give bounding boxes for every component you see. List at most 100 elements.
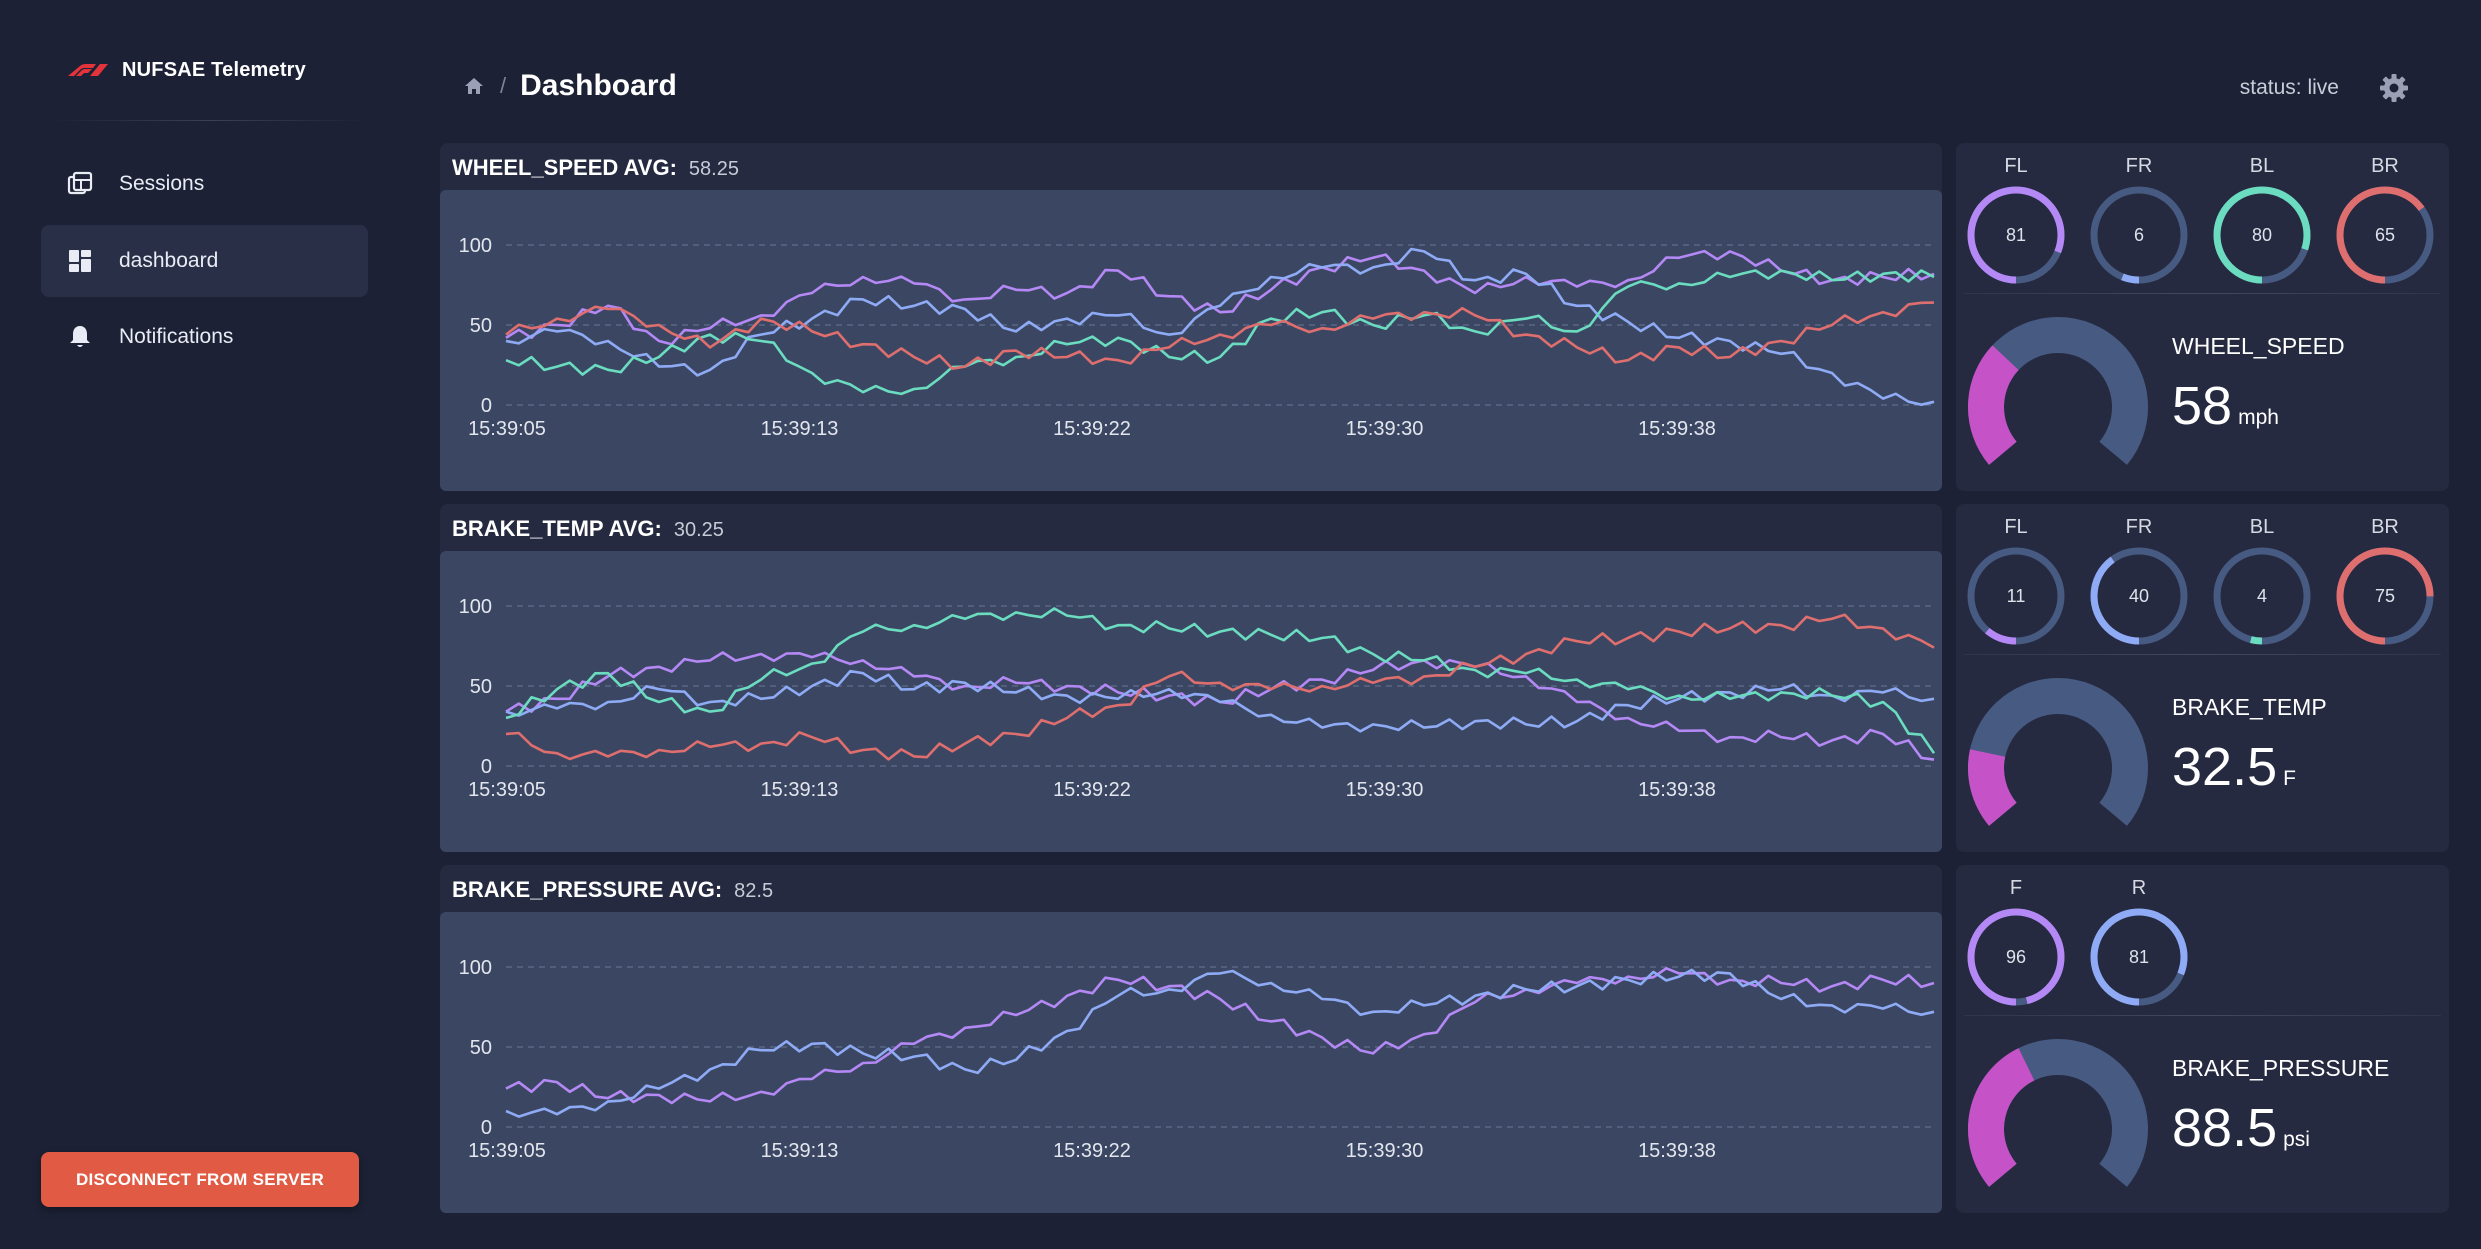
gauge-divider [1964, 1015, 2441, 1016]
gear-icon[interactable] [2379, 73, 2409, 103]
chart-svg: 0 50 100 15:39:05 15:39:13 15:39:22 15:39:30 15… [459, 596, 1936, 801]
gauge-number: 58 [2172, 376, 2233, 436]
gauge-metric-value: 32.5 F [2172, 736, 2296, 798]
panel-avg-value: 82.5 [734, 880, 774, 902]
ring-gauge: 81 [2089, 907, 2189, 1007]
gauge-metric-name: BRAKE_PRESSURE [2172, 1055, 2390, 1081]
wheel-speed-gauges: FL 81 FR 6 BL 80 BR 65 WHEEL_SPEED 58 mph [1956, 143, 2449, 491]
x-tick-label: 15:39:13 [761, 1140, 839, 1162]
sidebar: NUFSAE Telemetry Sessions dashboard Noti… [0, 0, 410, 1249]
arc-gauge [1964, 317, 2152, 483]
x-tick-label: 15:39:30 [1346, 418, 1424, 440]
y-tick-label: 50 [470, 315, 492, 337]
series-line [505, 651, 1935, 761]
gauge-number: 32.5 [2172, 737, 2278, 797]
arc-gauge [1964, 678, 2152, 844]
x-tick-label: 15:39:22 [1053, 779, 1131, 801]
series-line [505, 249, 1935, 346]
x-tick-label: 15:39:30 [1346, 779, 1424, 801]
ring-value: 40 [2128, 585, 2150, 606]
gauge-unit: F [2283, 767, 2296, 790]
ring-value: 96 [2005, 946, 2027, 967]
chart-svg: 0 50 100 15:39:05 15:39:13 15:39:22 15:39:30 15… [459, 957, 1935, 1162]
sidebar-item-dashboard[interactable]: dashboard [41, 225, 368, 297]
ring-label: FL [2004, 516, 2028, 538]
dashboard-icon [65, 246, 95, 276]
series-line [505, 967, 1935, 1105]
brand[interactable]: NUFSAE Telemetry [66, 54, 306, 86]
gauge-divider [1964, 293, 2441, 294]
ring-label: BR [2371, 155, 2399, 177]
gauge-unit: psi [2283, 1128, 2310, 1151]
arc-fill [1968, 749, 2018, 826]
series-line [505, 269, 1935, 396]
x-tick-label: 15:39:13 [761, 418, 839, 440]
x-tick-label: 15:39:22 [1053, 1140, 1131, 1162]
y-tick-label: 100 [459, 957, 492, 979]
x-tick-label: 15:39:38 [1638, 1140, 1716, 1162]
ring-label: FR [2125, 155, 2153, 177]
arc-gauge [1964, 1039, 2152, 1205]
y-tick-label: 50 [470, 676, 492, 698]
status-text: status: live [2239, 76, 2339, 99]
y-tick-label: 100 [459, 235, 492, 257]
ring-gauge: 96 [1966, 907, 2066, 1007]
page-title: Dashboard [520, 69, 677, 102]
panel-avg-value: 58.25 [688, 158, 739, 180]
breadcrumb-separator: / [500, 73, 507, 98]
ring-value: 75 [2374, 585, 2396, 606]
ring-value: 6 [2133, 224, 2144, 245]
ring-label: BL [2249, 516, 2275, 538]
panel-header: BRAKE_TEMP AVG: 30.25 [452, 516, 724, 544]
ring-value: 81 [2128, 946, 2150, 967]
y-tick-label: 100 [459, 596, 492, 618]
breadcrumb: / Dashboard [464, 66, 677, 106]
ring-value: 81 [2005, 224, 2027, 245]
gauge-divider [1964, 654, 2441, 655]
brake-temp-panel: BRAKE_TEMP AVG: 30.25 0 50 100 15:39:05 15:3… [440, 504, 1942, 852]
panel-title: WHEEL_SPEED AVG: [452, 155, 677, 180]
panel-header: BRAKE_PRESSURE AVG: 82.5 [452, 877, 773, 905]
sidebar-item-sessions[interactable]: Sessions [41, 148, 368, 220]
ring-label: FL [2004, 155, 2028, 177]
series-line [505, 669, 1935, 733]
disconnect-button[interactable]: DISCONNECT FROM SERVER [41, 1152, 359, 1207]
ring-value: 11 [2006, 585, 2026, 606]
arc-fill [1968, 345, 2020, 465]
panel-title: BRAKE_TEMP AVG: [452, 516, 662, 541]
chart-svg: 0 50 100 15:39:05 15:39:13 15:39:22 15:39:30 15… [459, 235, 1935, 440]
wheel-speed-panel: WHEEL_SPEED AVG: 58.25 0 50 100 15:39:05 15:… [440, 143, 1942, 491]
y-tick-label: 0 [481, 1117, 492, 1139]
bell-icon [65, 322, 95, 352]
sidebar-item-label: Notifications [119, 325, 234, 348]
x-tick-label: 15:39:38 [1638, 779, 1716, 801]
sessions-icon [65, 169, 95, 199]
ring-value: 4 [2256, 585, 2267, 606]
ring-gauge: 81 [1966, 185, 2066, 285]
x-tick-label: 15:39:05 [468, 779, 546, 801]
ring-gauge: 75 [2335, 546, 2435, 646]
ring-label: BR [2371, 516, 2399, 538]
x-tick-label: 15:39:38 [1638, 418, 1716, 440]
brake-temp-chart[interactable]: 0 50 100 15:39:05 15:39:13 15:39:22 15:39:30 15… [440, 551, 1942, 852]
f1-logo-icon [68, 64, 108, 76]
ring-gauge: 40 [2089, 546, 2189, 646]
home-icon[interactable] [464, 75, 486, 97]
gauge-metric-value: 58 mph [2172, 375, 2279, 437]
y-tick-label: 50 [470, 1037, 492, 1059]
wheel-speed-chart[interactable]: 0 50 100 15:39:05 15:39:13 15:39:22 15:39:30 15… [440, 190, 1942, 491]
ring-gauge: 6 [2089, 185, 2189, 285]
ring-value: 65 [2374, 224, 2396, 245]
sidebar-divider [50, 120, 370, 121]
ring-value: 80 [2251, 224, 2273, 245]
gauge-number: 88.5 [2172, 1098, 2278, 1158]
sidebar-item-notifications[interactable]: Notifications [41, 301, 368, 373]
panel-avg-value: 30.25 [673, 519, 724, 541]
gauge-metric-value: 88.5 psi [2172, 1097, 2310, 1159]
ring-gauge: 4 [2212, 546, 2312, 646]
gauge-unit: mph [2238, 406, 2279, 429]
x-tick-label: 15:39:13 [761, 779, 839, 801]
ring-gauge: 80 [2212, 185, 2312, 285]
brake-pressure-chart[interactable]: 0 50 100 15:39:05 15:39:13 15:39:22 15:39:30 15… [440, 912, 1942, 1213]
brake-pressure-gauges: F 96 R 81 BRAKE_PRESSURE 88.5 psi [1956, 865, 2449, 1213]
